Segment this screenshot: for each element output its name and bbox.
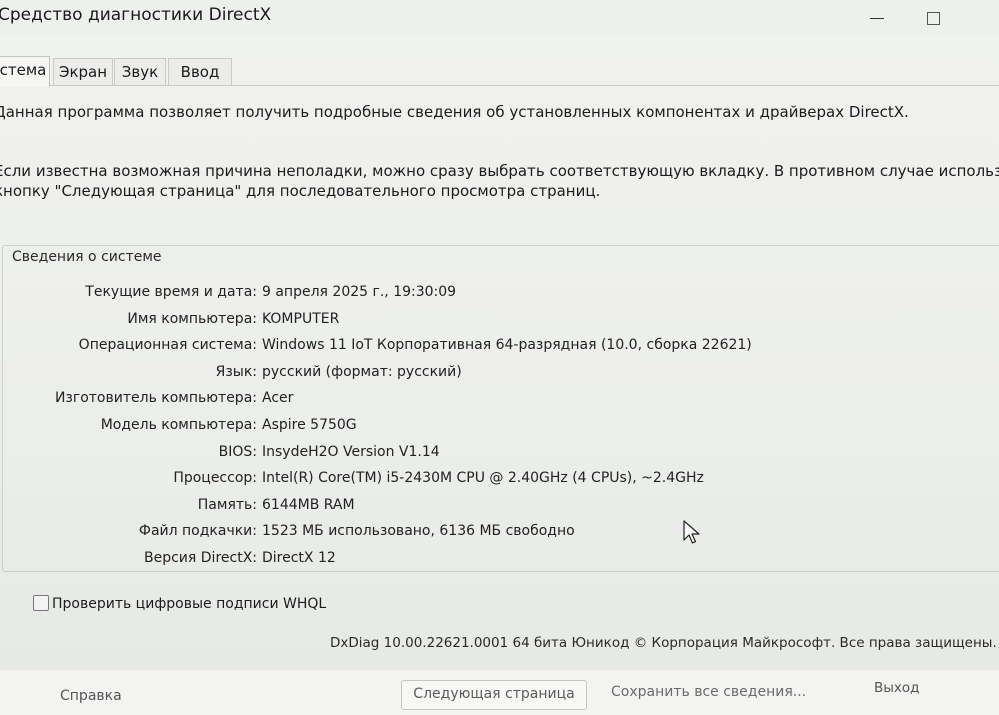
window-title: Средство диагностики DirectX: [0, 5, 272, 25]
intro-text-2b: кнопку "Следующая страница" для последов…: [0, 182, 601, 200]
intro-text-2a: Если известна возможная причина неполадк…: [0, 162, 999, 180]
intro-text-1: Данная программа позволяет получить подр…: [0, 103, 909, 121]
info-label: Модель компьютера:: [100, 416, 257, 433]
help-button[interactable]: Справка: [60, 688, 122, 704]
tab-divider: [0, 85, 999, 86]
info-row: Операционная система: Windows 11 IoT Корп…: [0, 335, 999, 362]
mouse-cursor-icon: [683, 520, 700, 544]
whql-option[interactable]: Проверить цифровые подписи WHQL: [33, 595, 326, 612]
info-row: Язык: русский (формат: русский): [0, 362, 999, 389]
info-value: Acer: [262, 390, 294, 407]
whql-label[interactable]: Проверить цифровые подписи WHQL: [52, 596, 326, 612]
whql-checkbox[interactable]: [33, 595, 49, 611]
system-info-title: Сведения о системе: [9, 249, 165, 265]
info-label: Файл подкачки:: [138, 523, 257, 540]
info-label: Имя компьютера:: [127, 310, 257, 327]
minimize-button[interactable]: [858, 4, 898, 32]
info-value: 1523 МБ использовано, 6136 МБ свободно: [262, 523, 575, 540]
info-value: русский (формат: русский): [262, 363, 462, 380]
info-row: Имя компьютера: KOMPUTER: [0, 309, 999, 336]
info-label: BIOS:: [218, 443, 257, 460]
info-value: DirectX 12: [262, 549, 336, 566]
info-row: Изготовитель компьютера: Acer: [0, 388, 999, 415]
tab-system[interactable]: стема: [0, 56, 50, 87]
tab-bar: стема Экран Звук Ввод: [0, 56, 999, 87]
directx-diagnostic-window: Средство диагностики DirectX стема Экран…: [0, 0, 999, 715]
info-value: 6144MB RAM: [262, 496, 355, 513]
info-label: Операционная система:: [78, 337, 257, 354]
system-info-rows: Текущие время и дата: 9 апреля 2025 г., 1…: [0, 282, 999, 575]
title-bar: Средство диагностики DirectX: [0, 0, 999, 36]
intro-text-2: Если известна возможная причина неполадк…: [0, 161, 999, 201]
info-row: BIOS: InsydeH2O Version V1.14: [0, 442, 999, 469]
info-value: InsydeH2O Version V1.14: [262, 443, 440, 460]
tab-display[interactable]: Экран: [53, 58, 113, 85]
save-all-button[interactable]: Сохранить все сведения...: [611, 684, 806, 700]
info-row: Версия DirectX: DirectX 12: [0, 548, 999, 575]
info-label: Процессор:: [173, 470, 257, 487]
exit-button[interactable]: Выход: [874, 680, 920, 696]
info-value: 9 апреля 2025 г., 19:30:09: [262, 284, 457, 300]
info-label: Текущие время и дата:: [85, 284, 257, 300]
close-button[interactable]: [975, 4, 999, 32]
info-row: Модель компьютера: Aspire 5750G: [0, 415, 999, 442]
info-value: Aspire 5750G: [262, 416, 357, 433]
next-page-button[interactable]: Следующая страница: [401, 680, 587, 710]
info-row: Процессор: Intel(R) Core(TM) i5-2430M CPU…: [0, 468, 999, 495]
info-row: Файл подкачки: 1523 МБ использовано, 6136…: [0, 521, 999, 548]
maximize-button[interactable]: [914, 4, 954, 32]
info-value: Windows 11 IoT Корпоративная 64-разрядна…: [262, 337, 752, 354]
tab-input[interactable]: Ввод: [168, 58, 232, 85]
info-row: Память: 6144MB RAM: [0, 495, 999, 522]
info-label: Версия DirectX:: [144, 549, 257, 566]
info-row: Текущие время и дата: 9 апреля 2025 г., 1…: [0, 282, 999, 309]
tab-sound[interactable]: Звук: [114, 58, 166, 85]
info-value: Intel(R) Core(TM) i5-2430M CPU @ 2.40GHz…: [262, 470, 704, 487]
info-label: Язык:: [215, 363, 257, 380]
info-value: KOMPUTER: [262, 310, 340, 327]
info-label: Память:: [197, 496, 257, 513]
info-label: Изготовитель компьютера:: [54, 390, 257, 407]
copyright-text: DxDiag 10.00.22621.0001 64 бита Юникод ©…: [330, 635, 997, 651]
